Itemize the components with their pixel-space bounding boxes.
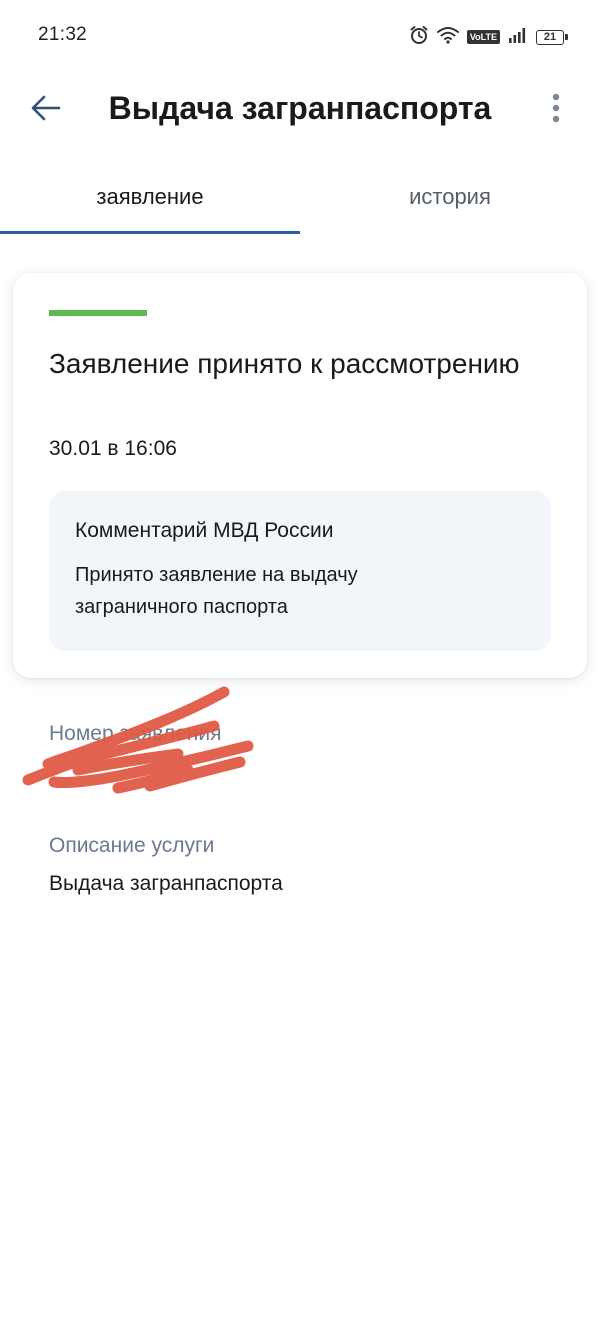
status-time: 21:32 [38, 24, 88, 45]
more-button[interactable] [532, 84, 580, 136]
signal-icon [508, 27, 528, 48]
status-indicator-bar [49, 310, 147, 316]
status-title: Заявление принято к рассмотрению [49, 348, 520, 379]
page-title: Выдача загранпаспорта [108, 90, 492, 126]
redaction-scribble [22, 686, 254, 794]
service-description-label: Описание услуги [49, 834, 215, 857]
more-vertical-icon [551, 93, 561, 128]
tab-history[interactable]: история [300, 160, 600, 234]
status-datetime: 30.01 в 16:06 [49, 437, 177, 460]
service-description-field: Описание услуги Выдача загранпаспорта [49, 834, 283, 896]
volte-badge: VoLTE [466, 30, 500, 44]
status-bar: 21:32 VoLTE 21 [0, 0, 600, 72]
comment-text: Принято заявление на выдачу заграничного… [75, 564, 358, 618]
tab-application[interactable]: заявление [0, 160, 300, 234]
service-description-value: Выдача загранпаспорта [49, 872, 283, 895]
comment-box: Комментарий МВД России Принято заявление… [49, 491, 551, 651]
status-card: Заявление принято к рассмотрению 30.01 в… [13, 273, 587, 678]
status-icons: VoLTE 21 [409, 24, 568, 50]
alarm-icon [409, 25, 429, 50]
comment-title: Комментарий МВД России [75, 519, 334, 542]
tab-bar: заявление история [0, 160, 600, 234]
app-header: Выдача загранпаспорта [0, 72, 600, 148]
wifi-icon [436, 26, 459, 49]
battery-icon: 21 [536, 29, 568, 45]
